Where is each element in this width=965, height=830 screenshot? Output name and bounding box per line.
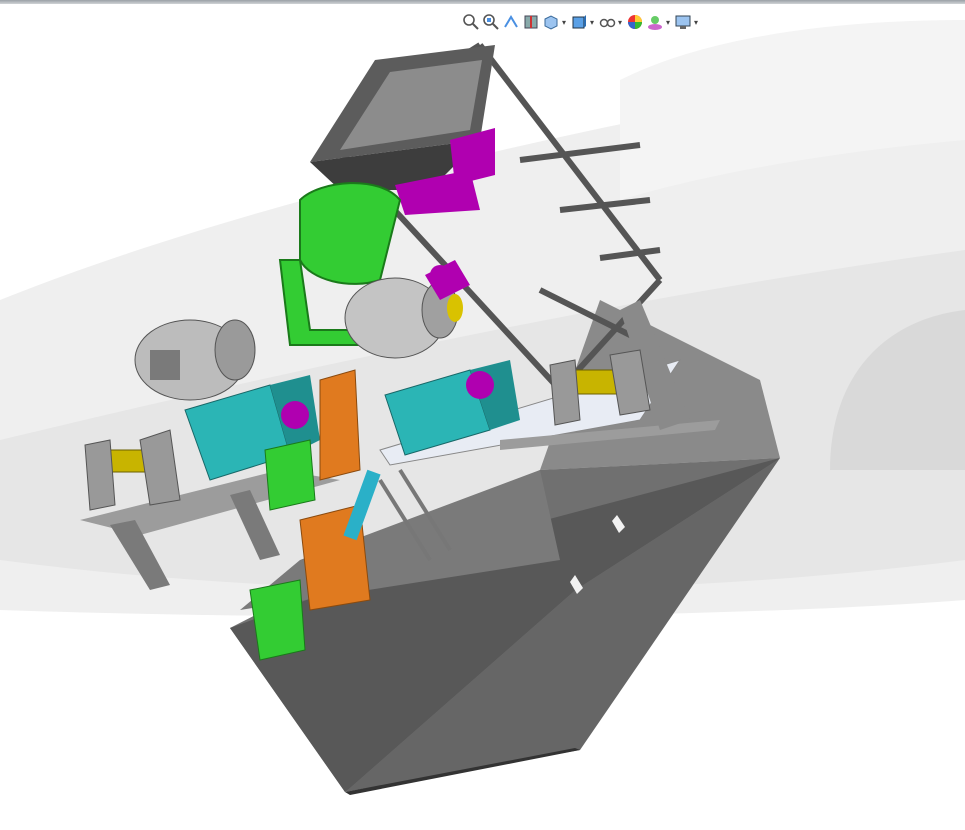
zoom-to-area-button[interactable] [482,13,500,31]
apply-scene-button[interactable]: ▾ [646,13,672,31]
view-orientation-button[interactable]: ▾ [542,13,568,31]
view-settings-button[interactable]: ▾ [674,13,700,31]
zoom-to-fit-icon [463,14,479,30]
apply-scene-icon [648,16,662,30]
graphics-viewport[interactable]: ▾ ▾ ▾ ▾ ▾ [0,4,965,826]
chevron-down-icon: ▾ [693,17,698,27]
chevron-down-icon: ▾ [561,17,566,27]
chevron-down-icon: ▾ [617,17,622,27]
display-style-button[interactable]: ▾ [570,13,596,31]
zoom-to-area-icon [483,14,499,30]
section-view-icon [524,15,538,29]
cad-model-render [0,20,965,795]
zoom-to-fit-button[interactable] [462,13,480,31]
hide-show-items-button[interactable]: ▾ [598,13,624,31]
section-view-button[interactable] [522,13,540,31]
view-settings-icon [675,15,691,29]
display-style-icon [572,15,586,29]
previous-view-button[interactable] [502,13,520,31]
heads-up-view-toolbar: ▾ ▾ ▾ ▾ ▾ [462,12,700,32]
edit-appearance-icon [628,15,642,29]
edit-appearance-button[interactable] [626,13,644,31]
chevron-down-icon: ▾ [589,17,594,27]
chevron-down-icon: ▾ [665,17,670,27]
hide-show-items-icon [599,18,616,28]
view-orientation-icon [544,15,558,30]
previous-view-icon [504,15,518,28]
